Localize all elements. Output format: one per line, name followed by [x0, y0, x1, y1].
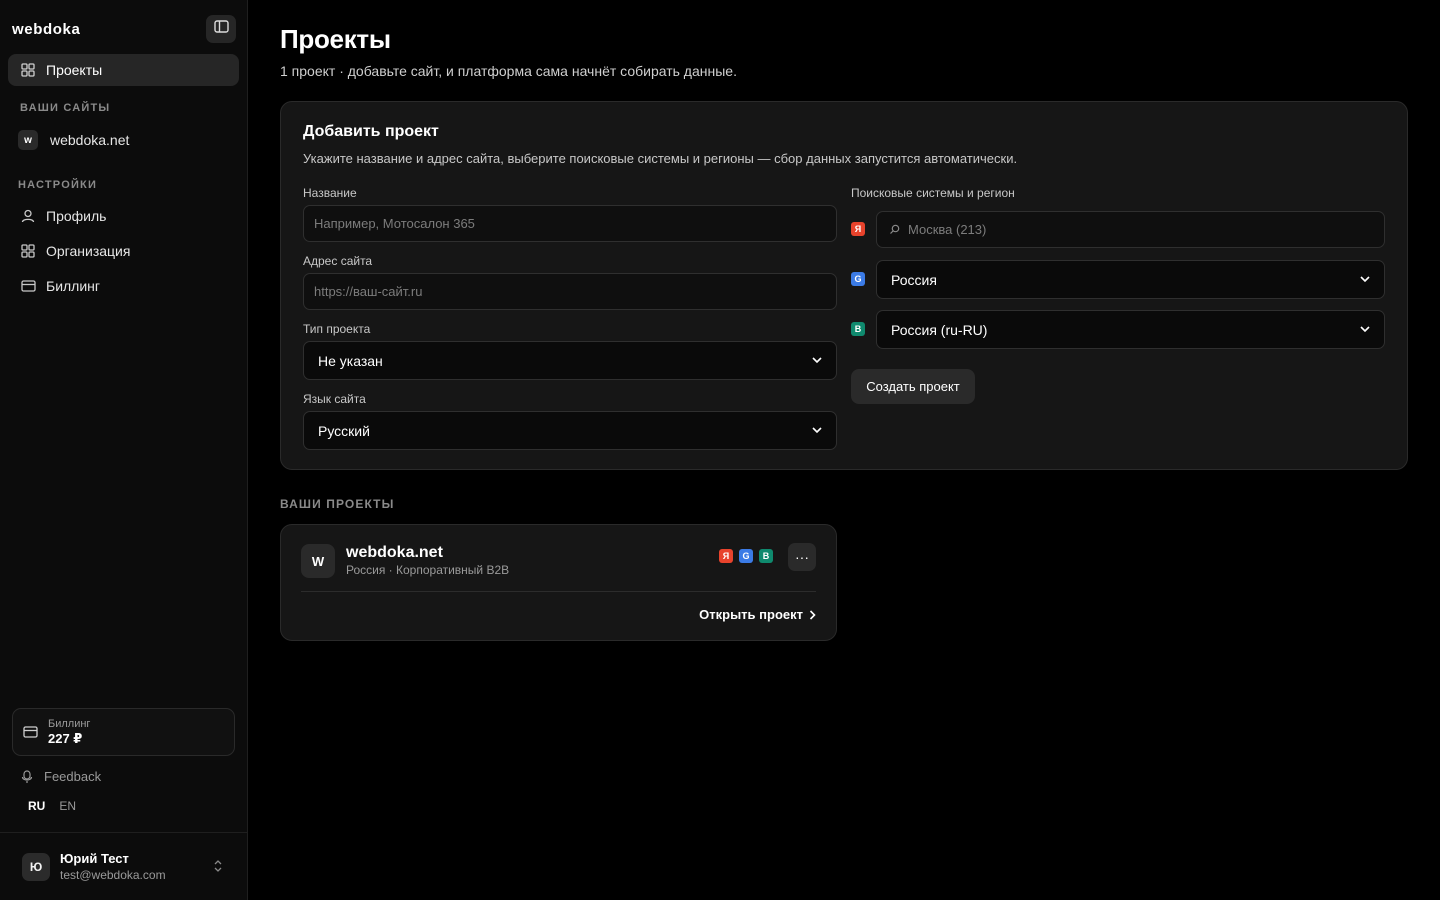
grid-icon — [20, 243, 36, 259]
project-name-input[interactable] — [303, 205, 837, 242]
lang-ru[interactable]: RU — [28, 799, 45, 813]
sidebar-item-label: Организация — [46, 243, 131, 259]
grid-icon — [20, 62, 36, 78]
card-icon — [23, 726, 38, 738]
lang-en[interactable]: EN — [59, 799, 76, 813]
add-project-card: Добавить проект Укажите название и адрес… — [280, 101, 1408, 470]
google-region-select[interactable]: Россия — [876, 260, 1385, 299]
chevron-right-icon — [809, 609, 816, 620]
language-label: Язык сайта — [303, 392, 366, 406]
sidebar-toggle-button[interactable] — [206, 15, 236, 43]
project-type-value: Не указан — [318, 352, 383, 369]
sidebar-item-site[interactable]: w webdoka.net — [8, 124, 239, 156]
sidebar-item-billing[interactable]: Биллинг — [8, 270, 239, 302]
language-switcher: RU EN — [28, 799, 76, 813]
sidebar-panel-icon — [213, 20, 229, 38]
open-project-label: Открыть проект — [699, 607, 803, 622]
yandex-icon: Я — [851, 222, 865, 236]
page-title: Проекты — [280, 24, 391, 54]
billing-balance-card[interactable]: Биллинг 227 ₽ — [12, 708, 235, 756]
google-region-value: Россия — [891, 271, 937, 288]
project-avatar: W — [301, 544, 335, 578]
user-menu[interactable]: Ю Юрий Тест test@webdoka.com — [0, 832, 247, 900]
card-icon — [20, 278, 36, 294]
billing-label: Биллинг — [48, 717, 91, 730]
type-label: Тип проекта — [303, 322, 371, 336]
settings-section-label: НАСТРОЙКИ — [18, 179, 98, 191]
add-project-description: Укажите название и адрес сайта, выберите… — [303, 151, 1018, 166]
project-card[interactable]: W webdoka.net Россия · Корпоративный B2B… — [280, 524, 837, 641]
divider — [301, 591, 816, 592]
more-horizontal-icon: ··· — [795, 549, 809, 565]
bing-icon: B — [759, 549, 773, 563]
site-avatar: w — [18, 130, 38, 150]
feedback-link[interactable]: Feedback — [20, 769, 101, 784]
site-url-input[interactable] — [303, 273, 837, 310]
add-project-title: Добавить проект — [303, 123, 439, 140]
feedback-label: Feedback — [44, 769, 102, 784]
project-engine-badges: Я G B — [719, 549, 773, 563]
chevron-down-icon — [1360, 276, 1370, 283]
user-name: Юрий Тест — [60, 850, 129, 866]
yandex-region-input[interactable] — [908, 222, 1348, 237]
bing-icon: B — [851, 322, 865, 336]
page-subtitle: 1 проект · добавьте сайт, и платформа са… — [280, 63, 737, 79]
chevron-up-down-icon — [213, 859, 223, 873]
open-project-link[interactable]: Открыть проект — [699, 607, 816, 622]
avatar: Ю — [22, 852, 50, 881]
chevron-down-icon — [812, 427, 822, 434]
project-meta: Россия · Корпоративный B2B — [346, 563, 510, 577]
chevron-down-icon — [1360, 326, 1370, 333]
brand-logo[interactable]: webdoka — [12, 21, 80, 38]
site-language-value: Русский — [318, 422, 370, 439]
yandex-region-search[interactable] — [876, 211, 1385, 248]
site-language-select[interactable]: Русский — [303, 411, 837, 450]
bing-region-value: Россия (ru-RU) — [891, 321, 988, 338]
main-content: Проекты 1 проект · добавьте сайт, и плат… — [248, 0, 1440, 900]
projects-section-label: ВАШИ ПРОЕКТЫ — [280, 497, 395, 511]
brand-row: webdoka — [12, 14, 236, 44]
sidebar-item-label: Профиль — [46, 208, 107, 224]
search-icon — [889, 224, 900, 235]
user-info: Юрий Тест test@webdoka.com — [60, 851, 166, 883]
app: webdoka Проекты ВАШИ САЙТЫ w webdoka.net… — [0, 0, 1440, 900]
project-name: webdoka.net — [346, 544, 443, 561]
user-email: test@webdoka.com — [60, 867, 166, 882]
chevron-down-icon — [812, 357, 822, 364]
sites-section-label: ВАШИ САЙТЫ — [20, 102, 111, 114]
yandex-icon: Я — [719, 549, 733, 563]
sidebar-item-profile[interactable]: Профиль — [8, 200, 239, 232]
feedback-icon — [20, 769, 34, 784]
create-project-button[interactable]: Создать проект — [851, 369, 975, 404]
bing-region-select[interactable]: Россия (ru-RU) — [876, 310, 1385, 349]
sidebar: webdoka Проекты ВАШИ САЙТЫ w webdoka.net… — [0, 0, 248, 900]
google-icon: G — [739, 549, 753, 563]
project-more-button[interactable]: ··· — [788, 543, 816, 571]
billing-balance: 227 ₽ — [48, 730, 83, 746]
billing-text: Биллинг 227 ₽ — [48, 718, 90, 747]
sidebar-item-label: Биллинг — [46, 278, 101, 294]
google-icon: G — [851, 272, 865, 286]
sidebar-item-label: webdoka.net — [50, 132, 130, 148]
sidebar-item-label: Проекты — [46, 62, 103, 78]
name-label: Название — [303, 186, 357, 200]
engines-label: Поисковые системы и регион — [851, 186, 1015, 200]
project-type-select[interactable]: Не указан — [303, 341, 837, 380]
sidebar-item-organization[interactable]: Организация — [8, 235, 239, 267]
user-icon — [20, 208, 36, 224]
url-label: Адрес сайта — [303, 254, 373, 268]
sidebar-item-projects[interactable]: Проекты — [8, 54, 239, 86]
